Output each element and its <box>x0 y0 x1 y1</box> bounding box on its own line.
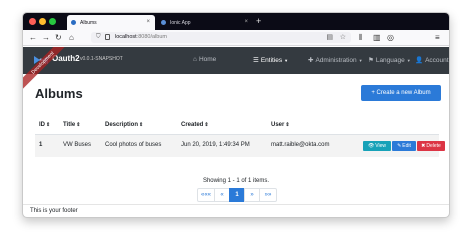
cell-description: Cool photos of buses <box>105 142 162 148</box>
tab-strip: Albums × Ionic App × + <box>23 13 449 30</box>
tab-title: Albums <box>80 19 97 26</box>
sort-icon: ⇕ <box>139 122 144 128</box>
nav-administration[interactable]: ✚ Administration ▼ <box>308 56 363 64</box>
sort-icon: ⇕ <box>285 122 290 128</box>
list-icon: ☰ <box>253 57 259 64</box>
bookmark-star-icon[interactable]: ☆ <box>340 33 346 41</box>
nav-language[interactable]: ⚑ Language ▼ <box>368 56 411 64</box>
pagination: ««« « 1 » »» <box>197 188 277 202</box>
app-version: v0.0.1-SNAPSHOT <box>80 56 123 62</box>
column-header-id[interactable]: ID⇕ <box>39 122 50 128</box>
zoom-window-icon[interactable] <box>49 18 56 25</box>
tab-title: Ionic App <box>170 19 191 26</box>
page-next-button[interactable]: » <box>244 188 260 202</box>
footer-text: This is your footer <box>30 208 78 214</box>
chevron-down-icon: ▼ <box>358 58 363 63</box>
page-current-button[interactable]: 1 <box>229 188 245 202</box>
tab-albums[interactable]: Albums × <box>67 15 155 30</box>
column-header-description[interactable]: Description⇕ <box>105 122 143 128</box>
home-icon[interactable]: ⌂ <box>69 32 74 43</box>
address-bar[interactable]: ⛉ localhost:8080/album ▤ ☆ <box>91 32 351 43</box>
table-header: ID⇕ Title⇕ Description⇕ Created⇕ User⇕ <box>35 117 439 135</box>
table-row: 1 VW Buses Cool photos of buses Jun 20, … <box>35 135 445 157</box>
nav-account[interactable]: 👤Account▼ <box>415 56 449 64</box>
flag-icon: ⚑ <box>368 57 374 64</box>
eye-icon: 👁 <box>367 143 375 149</box>
url-text[interactable]: localhost:8080/album <box>115 34 167 40</box>
chevron-down-icon: ▼ <box>284 58 289 63</box>
page-last-button[interactable]: »» <box>259 188 277 202</box>
tab-close-icon[interactable]: × <box>244 19 248 25</box>
ionic-favicon-icon <box>161 20 166 25</box>
minimize-window-icon[interactable] <box>39 18 46 25</box>
items-summary: Showing 1 - 1 of 1 items. <box>202 178 270 184</box>
hamburger-menu-icon[interactable]: ≡ <box>435 32 440 43</box>
tab-close-icon[interactable]: × <box>146 19 150 25</box>
albums-table: ID⇕ Title⇕ Description⇕ Created⇕ User⇕ 1… <box>35 117 445 157</box>
page-prev-button[interactable]: « <box>214 188 230 202</box>
forward-icon[interactable]: → <box>42 32 50 43</box>
close-window-icon[interactable] <box>29 18 36 25</box>
cell-user: matt.raible@okta.com <box>271 142 330 148</box>
cell-created: Jun 20, 2019, 1:49:34 PM <box>181 142 250 148</box>
column-header-created[interactable]: Created⇕ <box>181 122 209 128</box>
view-button[interactable]: 👁 View <box>363 141 391 151</box>
sort-icon: ⇕ <box>46 122 51 128</box>
nav-entities[interactable]: ☰ Entities ▼ <box>253 56 288 64</box>
sort-icon: ⇕ <box>76 122 81 128</box>
cell-title: VW Buses <box>63 142 92 148</box>
edit-button[interactable]: ✎ Edit <box>392 141 416 151</box>
cell-id[interactable]: 1 <box>39 142 42 148</box>
user-icon: 👤 <box>415 57 424 64</box>
delete-button[interactable]: ✖ Delete <box>417 141 445 151</box>
column-header-title[interactable]: Title⇕ <box>63 122 80 128</box>
firefox-account-icon[interactable]: ◎ <box>387 32 394 43</box>
chevron-down-icon: ▼ <box>406 58 411 63</box>
reader-view-icon[interactable]: ▤ <box>326 33 333 41</box>
sidebar-icon[interactable]: ▥ <box>373 32 381 43</box>
app-navbar: Oauth2 v0.0.1-SNAPSHOT ⌂ Home ☰ Entities ▼ … <box>23 47 449 74</box>
reload-icon[interactable]: ↻ <box>55 32 62 43</box>
home-icon: ⌂ <box>193 56 197 63</box>
library-icon[interactable]: ⫴ <box>359 32 362 43</box>
column-header-user[interactable]: User⇕ <box>271 122 290 128</box>
albums-favicon-icon <box>71 20 76 25</box>
browser-window: Albums × Ionic App × + ← → ↻ ⌂ ⛉ localho… <box>22 12 450 218</box>
tab-ionic-app[interactable]: Ionic App × <box>157 15 253 30</box>
nav-home[interactable]: ⌂ Home <box>193 56 216 63</box>
page-footer: This is your footer <box>23 204 449 217</box>
browser-toolbar: ← → ↻ ⌂ ⛉ localhost:8080/album ▤ ☆ ⫴ ▥ ◎… <box>23 30 449 46</box>
new-tab-icon[interactable]: + <box>256 16 261 26</box>
pencil-icon: ✎ <box>397 143 402 149</box>
x-icon: ✖ <box>421 143 426 149</box>
create-album-button[interactable]: + Create a new Album <box>361 85 441 101</box>
lock-icon[interactable] <box>105 34 110 40</box>
admin-icon: ✚ <box>308 57 314 64</box>
page-title: Albums <box>35 86 83 101</box>
sort-icon: ⇕ <box>204 122 209 128</box>
tracking-shield-icon[interactable]: ⛉ <box>96 34 101 41</box>
back-icon[interactable]: ← <box>29 32 37 43</box>
page-first-button[interactable]: ««« <box>197 188 215 202</box>
